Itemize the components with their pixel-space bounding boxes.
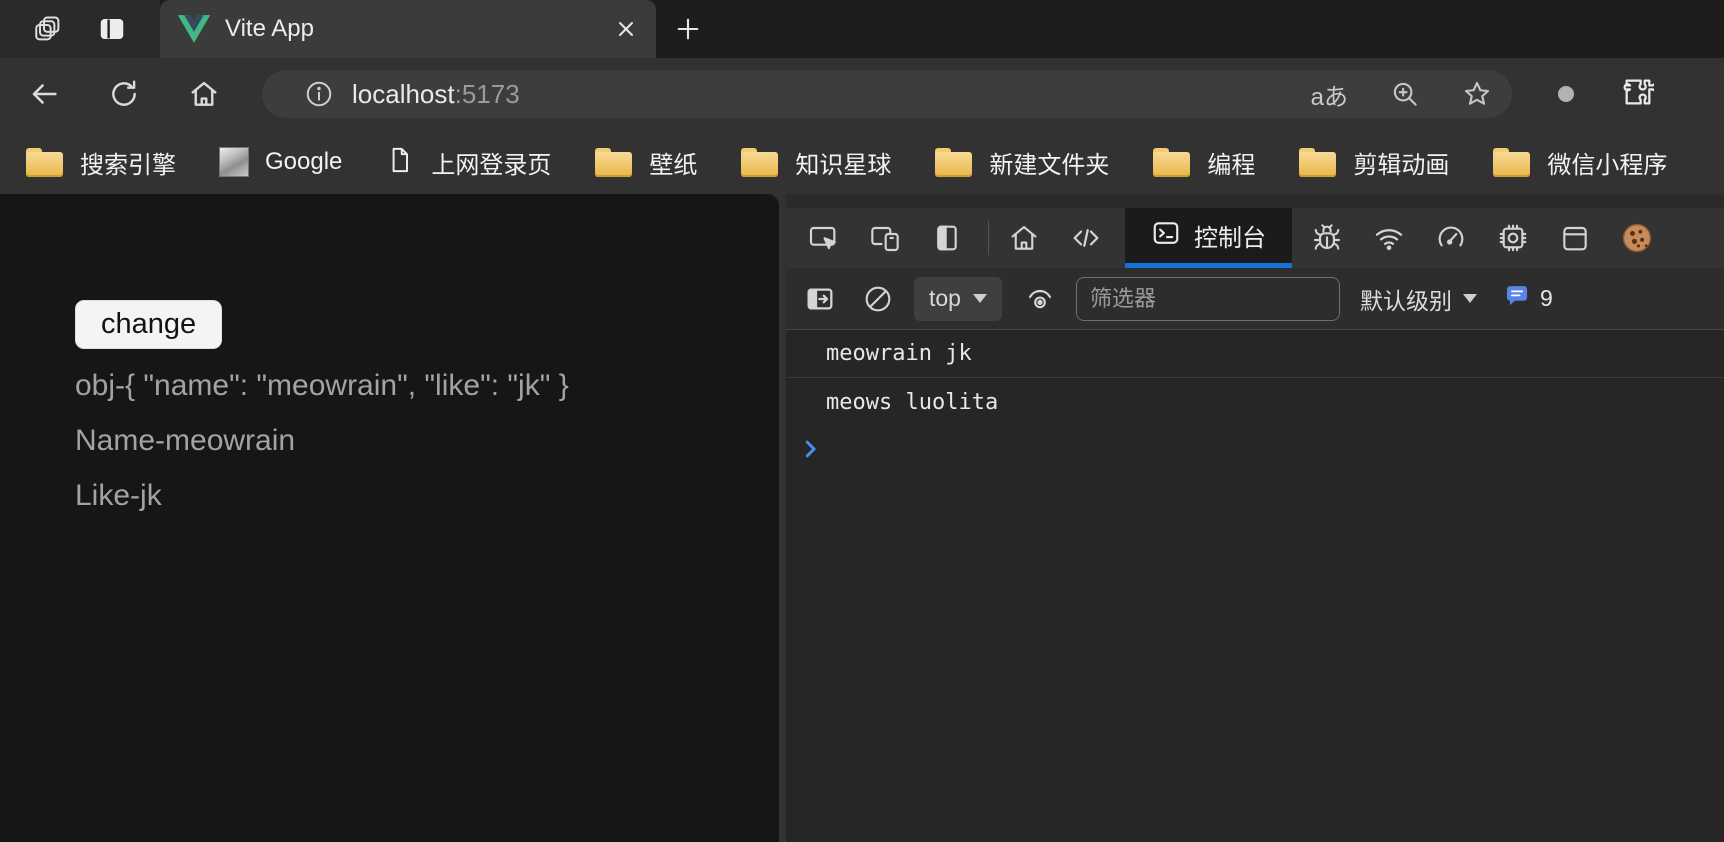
bookmarks-bar: 搜索引擎 Google 上网登录页 壁纸 知识星球 新建文件夹 编程 剪辑动画 … [0,130,1724,194]
chevron-down-icon [1463,294,1477,303]
message-count: 9 [1540,285,1553,312]
zoom-in-icon[interactable] [1390,79,1420,109]
reload-icon [108,78,140,110]
back-arrow-icon [27,77,61,111]
plus-icon [674,15,702,43]
clear-console-button[interactable] [856,277,900,321]
translate-icon[interactable]: aあ [1311,77,1348,112]
console-sidebar-toggle-button[interactable] [798,277,842,321]
folder-icon [1493,148,1530,177]
url-host: localhost [352,79,455,110]
gauge-icon [1435,222,1467,254]
chat-bubble-icon [1503,282,1531,315]
live-expression-button[interactable] [1018,277,1062,321]
devtools-tabbar: 控制台 [786,208,1724,268]
folder-icon [1299,148,1336,177]
tab-strip: Vite App [0,0,1724,58]
bug-icon [1311,222,1343,254]
workspaces-icon[interactable] [33,14,63,44]
bookmark-folder[interactable]: 壁纸 [595,145,697,180]
storage-box-icon [1559,222,1591,254]
frame-context-dropdown[interactable]: top [914,277,1002,321]
bookmark-folder[interactable]: 编程 [1153,145,1255,180]
document-icon [386,145,414,180]
page-line-obj: obj-{ "name": "meowrain", "like": "jk" } [75,358,653,413]
folder-icon [741,148,778,177]
console-filter-input[interactable] [1076,277,1340,321]
chevron-down-icon [973,294,987,303]
page-line-name: Name-meowrain [75,413,653,468]
home-button[interactable] [182,72,226,116]
url-bar[interactable]: localhost:5173 aあ [262,70,1512,118]
new-tab-button[interactable] [656,0,720,58]
devtools-storage-tab[interactable] [1552,215,1598,261]
devtools-console-tab[interactable]: 控制台 [1125,208,1292,268]
browser-tab-vite-app[interactable]: Vite App [160,0,656,58]
home-icon [188,78,220,110]
reload-button[interactable] [102,72,146,116]
bookmark-folder[interactable]: 微信小程序 [1493,145,1667,180]
bookmark-star-icon[interactable] [1462,79,1492,109]
page-text: obj-{ "name": "meowrain", "like": "jk" }… [75,358,653,523]
message-counter[interactable]: 9 [1503,282,1553,315]
log-level-dropdown[interactable]: 默认级别 [1360,282,1477,316]
bookmark-folder[interactable]: 知识星球 [741,145,891,180]
privacy-ring-icon[interactable] [1558,86,1574,102]
folder-icon [1153,148,1190,177]
dock-side-button[interactable] [924,215,970,261]
devtools-home-tab[interactable] [1001,215,1047,261]
bookmark-page[interactable]: 上网登录页 [386,145,551,180]
device-toolbar-button[interactable] [862,215,908,261]
page-line-like: Like-jk [75,468,653,523]
window-controls-area [0,0,160,58]
prompt-chevron-icon [796,434,826,464]
cookie-icon[interactable] [1614,215,1660,261]
extensions-puzzle-icon[interactable] [1622,76,1654,113]
sidebar-toggle-icon[interactable] [97,14,127,44]
google-favicon [220,148,248,176]
console-icon [1151,218,1181,253]
close-tab-icon[interactable] [614,17,638,41]
site-info-icon[interactable] [304,79,334,109]
devtools-performance-tab[interactable] [1428,215,1474,261]
change-button[interactable]: change [75,300,222,349]
chip-icon [1497,222,1529,254]
devtools-memory-tab[interactable] [1490,215,1536,261]
folder-icon [595,148,632,177]
bookmark-folder[interactable]: 剪辑动画 [1299,145,1449,180]
console-message: meowrain jk [786,330,1724,378]
folder-icon [26,148,63,177]
console-toolbar: top 默认级别 [786,268,1724,330]
eye-icon [1024,283,1056,315]
inspect-element-button[interactable] [800,215,846,261]
bookmark-google[interactable]: Google [220,148,342,176]
devtools-network-tab[interactable] [1366,215,1412,261]
toolbar-divider [988,221,989,255]
console-prompt[interactable] [786,426,1724,472]
bookmark-folder[interactable]: 新建文件夹 [935,145,1109,180]
devtools-elements-tab[interactable] [1063,215,1109,261]
url-port: :5173 [455,79,520,110]
back-button[interactable] [22,72,66,116]
wifi-icon [1373,222,1405,254]
console-tab-label: 控制台 [1194,218,1266,253]
tab-title: Vite App [225,15,599,43]
vue-logo-icon [178,15,210,43]
bookmark-folder[interactable]: 搜索引擎 [26,145,176,180]
devtools-top-strip [786,194,1724,208]
folder-icon [935,148,972,177]
devtools-debugger-tab[interactable] [1304,215,1350,261]
console-output: meowrain jk meows luolita [786,330,1724,842]
navigation-bar: localhost:5173 aあ [0,58,1724,130]
console-message: meows luolita [786,378,1724,426]
page-viewport: change obj-{ "name": "meowrain", "like":… [0,194,779,842]
devtools-panel: 控制台 [786,194,1724,842]
